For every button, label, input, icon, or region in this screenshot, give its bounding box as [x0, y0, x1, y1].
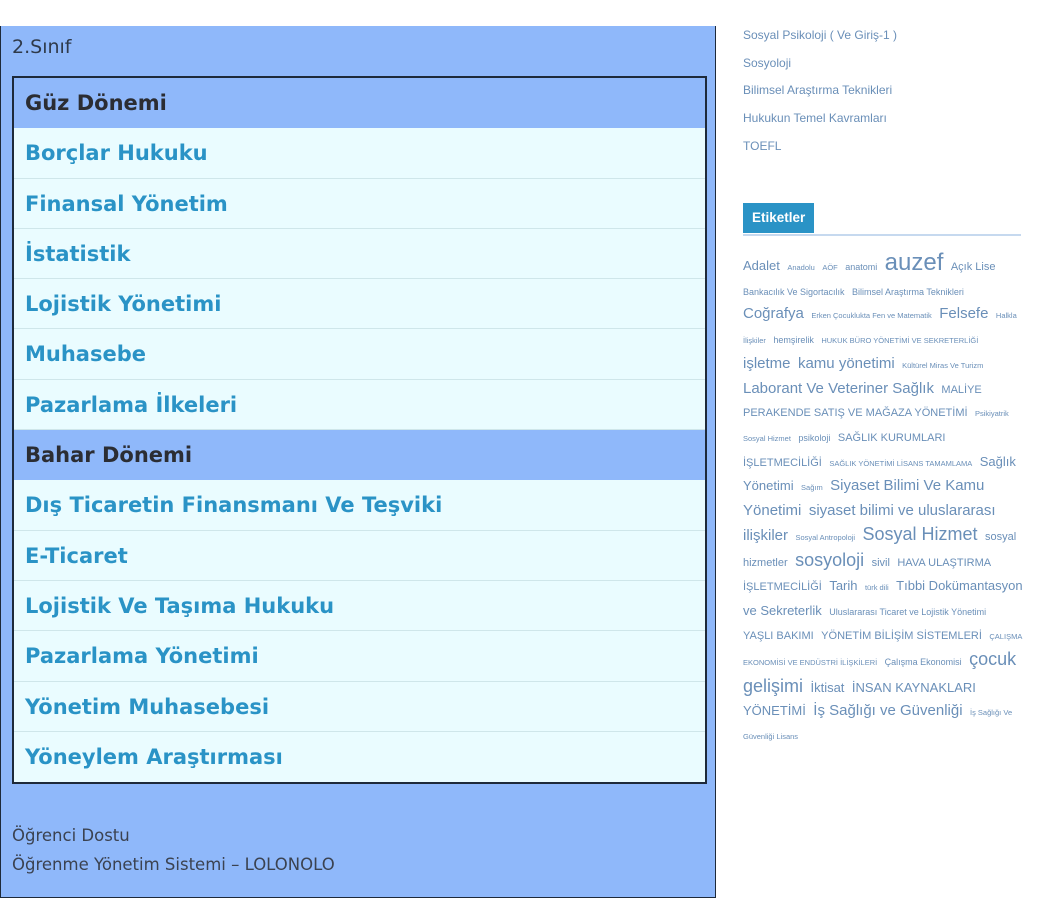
tag-link[interactable]: Bilimsel Araştırma Teknikleri	[852, 287, 964, 297]
tag-link[interactable]: YAŞLI BAKIMI	[743, 630, 814, 642]
tag-link[interactable]: türk dili	[865, 583, 889, 592]
tag-link[interactable]: işletme	[743, 355, 791, 372]
tag-link[interactable]: HUKUK BÜRO YÖNETİMİ VE SEKRETERLİĞİ	[821, 336, 978, 345]
tag-link[interactable]: Laborant Ve Veteriner Sağlık	[743, 380, 934, 397]
tag-link[interactable]: Bankacılık Ve Sigortacılık	[743, 287, 845, 297]
sidebar-link-cut[interactable]: ​	[743, 10, 1023, 22]
course-link[interactable]: E-Ticaret	[14, 531, 705, 581]
tag-link[interactable]: MALİYE	[941, 384, 981, 396]
course-link[interactable]: Yöneylem Araştırması	[14, 732, 705, 782]
tags-widget-header: Etiketler	[743, 203, 1021, 236]
course-link[interactable]: Finansal Yönetim	[14, 179, 705, 229]
course-panel: 2.Sınıf Güz Dönemi Borçlar Hukuku Finans…	[0, 26, 716, 898]
tag-link[interactable]: psikoloji	[798, 433, 830, 443]
tag-link[interactable]: sosyoloji	[795, 550, 864, 570]
tag-link[interactable]: İktisat	[810, 680, 844, 695]
course-link[interactable]: Dış Ticaretin Finansmanı Ve Teşviki	[14, 480, 705, 531]
tag-link[interactable]: Tarih	[829, 578, 857, 593]
sidebar-link[interactable]: TOEFL	[743, 133, 1023, 161]
course-link[interactable]: İstatistik	[14, 229, 705, 280]
panel-title: 2.Sınıf	[12, 36, 72, 58]
tag-link[interactable]: Psikiyatrik	[975, 409, 1009, 418]
course-link[interactable]: Borçlar Hukuku	[14, 128, 705, 179]
tag-link[interactable]: Sosyal Hizmet	[743, 434, 791, 443]
tag-link[interactable]: Anadolu	[787, 263, 815, 272]
tag-link[interactable]: Coğrafya	[743, 305, 804, 322]
course-link[interactable]: Muhasebe	[14, 329, 705, 380]
tag-link[interactable]: PERAKENDE SATIŞ VE MAĞAZA YÖNETİMİ	[743, 407, 968, 419]
course-list: Güz Dönemi Borçlar Hukuku Finansal Yönet…	[12, 76, 707, 785]
tag-link[interactable]: Adalet	[743, 258, 780, 273]
tag-link[interactable]: AÖF	[822, 263, 837, 272]
tag-link[interactable]: kamu yönetimi	[798, 355, 895, 372]
sidebar-link[interactable]: Bilimsel Araştırma Teknikleri	[743, 77, 1023, 105]
tag-link[interactable]: auzef	[885, 249, 944, 276]
course-link[interactable]: Lojistik Yönetimi	[14, 279, 705, 330]
semester-heading: Güz Dönemi	[14, 78, 705, 129]
tag-link[interactable]: İş Sağlığı ve Güvenliği	[813, 702, 962, 719]
tag-link[interactable]: Açık Lise	[951, 261, 996, 273]
tag-link[interactable]: anatomi	[845, 262, 877, 272]
tag-link[interactable]: YÖNETİM BİLİŞİM SİSTEMLERİ	[821, 630, 982, 642]
tag-link[interactable]: Çalışma Ekonomisi	[885, 657, 962, 667]
tag-link[interactable]: sivil	[872, 557, 890, 569]
sidebar-link[interactable]: Hukukun Temel Kavramları	[743, 105, 1023, 133]
tag-link[interactable]: Felsefe	[939, 305, 988, 322]
sidebar-link[interactable]: Sosyal Psikoloji ( Ve Giriş-1 )	[743, 22, 1023, 50]
sidebar-link[interactable]: Sosyoloji	[743, 50, 1023, 78]
tag-link[interactable]: Sosyal Antropoloji	[795, 533, 855, 542]
footer-site-tagline: Öğrenme Yönetim Sistemi – LOLONOLO	[12, 855, 335, 874]
tags-widget-title: Etiketler	[743, 203, 815, 233]
tag-link[interactable]: Sağım	[801, 483, 823, 492]
tag-cloud: Adalet Anadolu AÖF anatomi auzef Açık Li…	[743, 249, 1023, 749]
course-link[interactable]: Pazarlama İlkeleri	[14, 380, 705, 431]
sidebar-link-list: ​ Sosyal Psikoloji ( Ve Giriş-1 ) Sosyol…	[743, 10, 1023, 160]
tag-link[interactable]: Erken Çocuklukta Fen ve Matematik	[811, 311, 931, 320]
tag-link[interactable]: SAĞLIK YÖNETİMİ LİSANS TAMAMLAMA	[829, 459, 972, 468]
course-link[interactable]: Yönetim Muhasebesi	[14, 682, 705, 732]
tag-link[interactable]: Uluslararası Ticaret ve Lojistik Yönetim…	[829, 607, 986, 617]
tag-link[interactable]: Kültürel Miras Ve Turizm	[902, 361, 983, 370]
course-link[interactable]: Pazarlama Yönetimi	[14, 631, 705, 682]
footer-site-name: Öğrenci Dostu	[12, 826, 130, 845]
panel-footer: Öğrenci Dostu Öğrenme Yönetim Sistemi – …	[12, 821, 335, 879]
tag-link[interactable]: hemşirelik	[773, 335, 814, 345]
semester-heading: Bahar Dönemi	[14, 430, 705, 481]
course-link[interactable]: Lojistik Ve Taşıma Hukuku	[14, 581, 705, 632]
tag-link[interactable]: Sosyal Hizmet	[863, 524, 978, 544]
